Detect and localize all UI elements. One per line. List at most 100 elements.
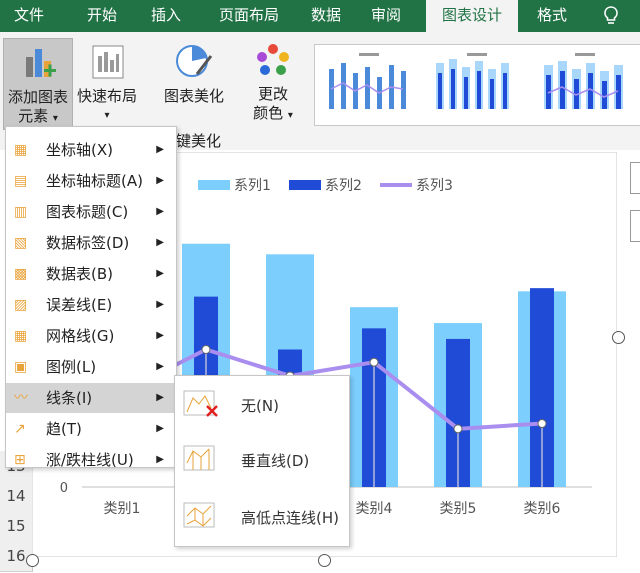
menu-item-lines[interactable]: 〰 线条(I) ▶ <box>6 383 176 413</box>
menu-item-up-down-bars[interactable]: ⊞ 涨/跌柱线(U) ▶ <box>6 445 176 475</box>
submenu-item-none[interactable]: 无(N) <box>175 376 349 436</box>
chevron-right-icon: ▶ <box>156 206 164 217</box>
axis-titles-icon: ▤ <box>14 173 28 189</box>
menu-item-label: 网格线(G) <box>46 327 115 345</box>
ribbon-tab-bar: 文件 开始 插入 页面布局 数据 审阅 图表设计 格式 <box>0 0 640 32</box>
submenu-item-drop-lines[interactable]: 垂直线(D) <box>175 431 349 491</box>
chevron-right-icon: ▶ <box>156 237 164 248</box>
row-header-14[interactable]: 14 <box>0 481 33 512</box>
row-header-15[interactable]: 15 <box>0 511 33 542</box>
line-point-4[interactable] <box>453 424 463 434</box>
chevron-right-icon: ▶ <box>156 144 164 155</box>
change-colors-label-2: 颜色 ▾ <box>253 104 293 122</box>
menu-item-axis-titles[interactable]: ▤ 坐标轴标题(A) ▶ <box>6 166 176 196</box>
legend-label-series1: 系列1 <box>234 178 271 194</box>
tab-data[interactable]: 数据 <box>302 0 350 32</box>
x-tick-label-5: 类别6 <box>524 501 561 517</box>
change-colors-button[interactable]: 更改 颜色 ▾ <box>244 38 302 128</box>
submenu-item-high-low-lines-label: 高低点连线(H) <box>241 509 339 527</box>
chart-style-thumbnail-2[interactable] <box>429 49 525 119</box>
tab-review[interactable]: 审阅 <box>362 0 410 32</box>
lines-submenu: 无(N) 垂直线(D) 高低点连线(H) <box>174 375 350 547</box>
chart-beautify-button[interactable]: 图表美化 <box>158 38 230 114</box>
tell-me-icon[interactable] <box>596 0 626 32</box>
lines-icon: 〰 <box>14 390 28 406</box>
line-point-5[interactable] <box>537 419 547 429</box>
data-labels-icon: ▧ <box>14 235 28 251</box>
tab-format[interactable]: 格式 <box>524 0 580 32</box>
menu-item-label: 线条(I) <box>46 389 93 407</box>
trendline-icon: ↗ <box>14 421 26 437</box>
submenu-item-none-label: 无(N) <box>241 397 279 415</box>
add-chart-element-menu: ▦ 坐标轴(X) ▶ ▤ 坐标轴标题(A) ▶ ▥ 图表标题(C) ▶ ▧ 数据标签(D) ▶ ▩ 数据表… <box>5 126 177 469</box>
x-tick-label-3: 类别4 <box>356 501 393 517</box>
chevron-right-icon: ▶ <box>156 454 164 465</box>
data-table-icon: ▩ <box>14 266 28 282</box>
quick-layout-label: 快速布局 <box>76 87 137 105</box>
color-palette-icon <box>257 44 289 75</box>
add-chart-element-button[interactable]: 添加图表 元素 ▾ <box>3 38 73 130</box>
up-down-bars-icon: ⊞ <box>14 452 26 468</box>
menu-item-label: 涨/跌柱线(U) <box>46 451 134 469</box>
tab-chart-design[interactable]: 图表设计 <box>426 0 518 32</box>
menu-item-legend[interactable]: ▣ 图例(L) ▶ <box>6 352 176 382</box>
menu-item-label: 图例(L) <box>46 358 97 376</box>
legend-label-series2: 系列2 <box>325 178 362 194</box>
chart-resize-handle-bottom[interactable] <box>318 554 331 567</box>
line-point-3[interactable] <box>369 357 379 367</box>
add-chart-element-label-2: 元素 ▾ <box>18 107 58 125</box>
menu-item-label: 误差线(E) <box>46 296 113 314</box>
menu-item-error-bars[interactable]: ▨ 误差线(E) ▶ <box>6 290 176 320</box>
tab-page-layout[interactable]: 页面布局 <box>206 0 292 32</box>
y-tick-label-0: 0 <box>60 481 68 496</box>
line-point-1[interactable] <box>201 345 211 354</box>
drop-lines-icon <box>183 445 215 471</box>
error-bars-icon: ▨ <box>14 297 28 313</box>
ribbon-group-label: 键美化 <box>176 132 222 150</box>
chart-resize-handle-right[interactable] <box>612 331 625 344</box>
chart-style-thumbnail-3[interactable] <box>537 49 633 119</box>
chart-style-thumbnail-1[interactable] <box>321 49 417 119</box>
chart-beautify-label: 图表美化 <box>163 87 224 105</box>
chevron-down-icon: ▾ <box>287 110 293 121</box>
menu-item-gridlines[interactable]: ▦ 网格线(G) ▶ <box>6 321 176 351</box>
tab-file[interactable]: 文件 <box>6 0 52 32</box>
chevron-right-icon: ▶ <box>156 423 164 434</box>
chevron-right-icon: ▶ <box>156 268 164 279</box>
legend-icon: ▣ <box>14 359 28 375</box>
change-colors-label-1: 更改 <box>257 85 288 103</box>
tab-insert[interactable]: 插入 <box>140 0 192 32</box>
add-chart-element-icon <box>26 49 56 77</box>
submenu-item-high-low-lines[interactable]: 高低点连线(H) <box>175 488 349 548</box>
chart-styles-gallery <box>314 44 640 126</box>
no-lines-icon <box>183 390 218 417</box>
chevron-right-icon: ▶ <box>156 392 164 403</box>
chart-title-icon: ▥ <box>14 204 28 220</box>
menu-item-label: 坐标轴(X) <box>46 141 113 159</box>
menu-item-label: 数据表(B) <box>46 265 113 283</box>
menu-item-data-labels[interactable]: ▧ 数据标签(D) ▶ <box>6 228 176 258</box>
chart-elements-side-button[interactable] <box>630 162 640 194</box>
axes-icon: ▦ <box>14 142 28 158</box>
chevron-right-icon: ▶ <box>156 175 164 186</box>
menu-item-chart-title[interactable]: ▥ 图表标题(C) ▶ <box>6 197 176 227</box>
submenu-item-drop-lines-label: 垂直线(D) <box>241 452 310 470</box>
menu-item-trendline[interactable]: ↗ 趋(T) ▶ <box>6 414 176 444</box>
menu-item-label: 趋(T) <box>46 420 82 438</box>
tab-home[interactable]: 开始 <box>76 0 128 32</box>
chevron-down-icon: ▾ <box>104 110 110 121</box>
chevron-right-icon: ▶ <box>156 330 164 341</box>
gridlines-icon: ▦ <box>14 328 28 344</box>
chevron-right-icon: ▶ <box>156 361 164 372</box>
chart-resize-handle-bottom-left[interactable] <box>26 554 39 567</box>
quick-layout-button[interactable]: 快速布局 ▾ <box>74 38 140 128</box>
menu-item-label: 坐标轴标题(A) <box>46 172 143 190</box>
menu-item-label: 数据标签(D) <box>46 234 130 252</box>
x-tick-label-4: 类别5 <box>440 501 477 517</box>
high-low-lines-icon <box>183 502 215 528</box>
add-chart-element-label-1: 添加图表 <box>7 88 68 106</box>
chart-styles-side-button[interactable] <box>630 210 640 242</box>
menu-item-axes[interactable]: ▦ 坐标轴(X) ▶ <box>6 135 176 165</box>
menu-item-data-table[interactable]: ▩ 数据表(B) ▶ <box>6 259 176 289</box>
chevron-right-icon: ▶ <box>156 299 164 310</box>
